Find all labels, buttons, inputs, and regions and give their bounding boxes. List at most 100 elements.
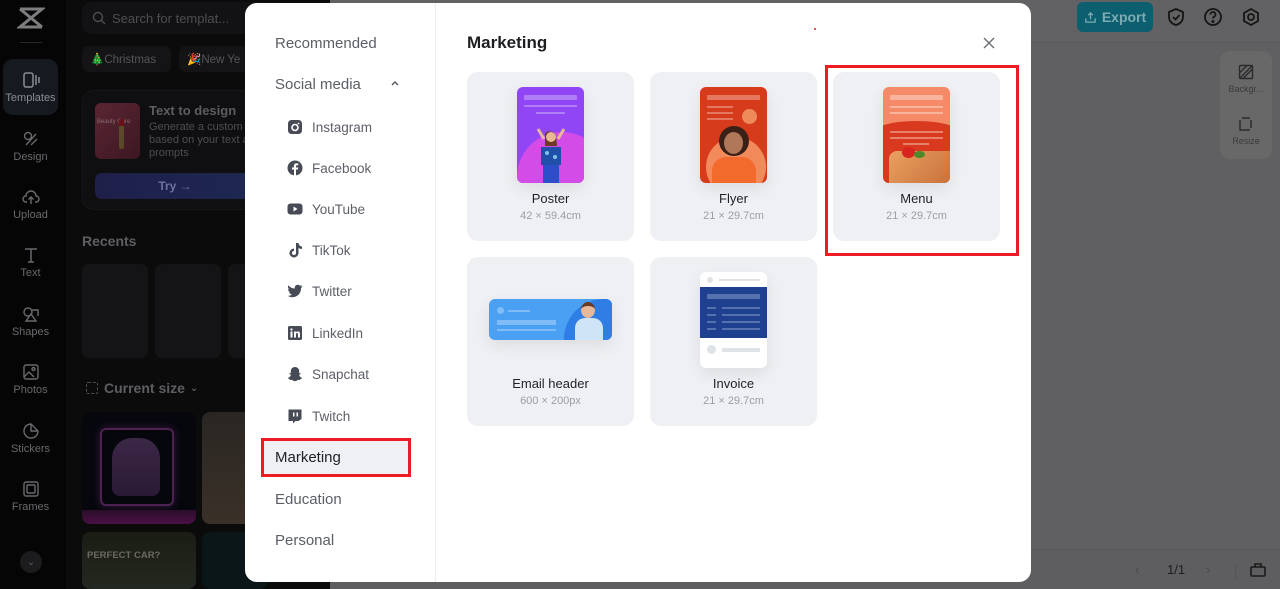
close-button[interactable] bbox=[982, 36, 996, 50]
rail-item-frames[interactable]: Frames bbox=[3, 468, 58, 524]
close-icon bbox=[983, 37, 995, 49]
collapse-icon[interactable] bbox=[1250, 562, 1266, 577]
help-icon[interactable] bbox=[1203, 7, 1223, 27]
nav-education[interactable]: Education bbox=[261, 481, 410, 517]
search-icon bbox=[92, 11, 106, 25]
background-tool[interactable]: Backgr... bbox=[1220, 64, 1272, 94]
settings-icon[interactable] bbox=[1241, 7, 1261, 27]
rail-item-label: Design bbox=[13, 150, 48, 163]
nav-twitter[interactable]: Twitter bbox=[287, 276, 352, 306]
chevron-down-icon: ⌄ bbox=[26, 556, 36, 568]
nav-recommended[interactable]: Recommended bbox=[261, 25, 410, 61]
divider bbox=[20, 42, 42, 43]
resize-tool[interactable]: Resize bbox=[1220, 116, 1272, 146]
person-illustration bbox=[536, 128, 566, 183]
chevron-up-icon bbox=[391, 80, 399, 86]
rail-item-label: Templates bbox=[5, 91, 56, 104]
rail-item-label: Shapes bbox=[11, 325, 50, 338]
size-icon bbox=[86, 382, 98, 394]
nav-youtube[interactable]: YouTube bbox=[287, 194, 365, 224]
rail-item-text[interactable]: Text bbox=[3, 234, 58, 290]
shapes-icon bbox=[22, 306, 39, 322]
rail-item-label: Text bbox=[20, 266, 41, 279]
template-card-poster[interactable]: Poster 42 × 59.4cm bbox=[467, 72, 634, 241]
resize-icon bbox=[1239, 117, 1252, 131]
nav-tiktok-label: TikTok bbox=[312, 242, 351, 258]
template-thumbnail[interactable] bbox=[82, 412, 196, 524]
snapchat-icon bbox=[287, 366, 303, 382]
modal-title: Marketing bbox=[467, 33, 548, 52]
recent-item[interactable] bbox=[155, 264, 221, 358]
export-button[interactable]: Export bbox=[1077, 2, 1153, 32]
nav-snapchat[interactable]: Snapchat bbox=[287, 359, 369, 389]
divider bbox=[1235, 563, 1236, 579]
left-rail: Templates Design Upload Text Shapes Phot… bbox=[0, 0, 66, 589]
background-icon bbox=[1238, 64, 1254, 80]
menu-preview bbox=[883, 87, 950, 183]
template-thumbnail[interactable]: PERFECT CAR? bbox=[82, 532, 196, 589]
nav-social-media[interactable]: Social media bbox=[261, 66, 410, 102]
rail-item-photos[interactable]: Photos bbox=[3, 351, 58, 407]
nav-linkedin-label: LinkedIn bbox=[312, 325, 364, 341]
card-name: Email header bbox=[512, 376, 589, 391]
rail-item-templates[interactable]: Templates bbox=[3, 59, 58, 115]
rail-item-label: Stickers bbox=[10, 442, 51, 455]
template-card-email-header[interactable]: Email header 600 × 200px bbox=[467, 257, 634, 426]
tiktok-icon bbox=[287, 242, 303, 258]
avatar-illustration bbox=[112, 438, 160, 496]
card-size: 42 × 59.4cm bbox=[520, 210, 581, 222]
email-header-preview bbox=[489, 299, 612, 340]
twitch-icon bbox=[287, 408, 303, 424]
chip-new-year[interactable]: 🎉New Ye bbox=[179, 46, 249, 72]
facebook-icon bbox=[287, 160, 303, 176]
rail-item-shapes[interactable]: Shapes bbox=[3, 293, 58, 349]
card-size: 600 × 200px bbox=[520, 395, 581, 407]
frames-icon bbox=[22, 480, 39, 497]
template-card-flyer[interactable]: Flyer 21 × 29.7cm bbox=[650, 72, 817, 241]
next-page-button[interactable]: › bbox=[1206, 562, 1210, 577]
nav-linkedin[interactable]: LinkedIn bbox=[287, 318, 363, 348]
rail-item-design[interactable]: Design bbox=[3, 118, 58, 174]
export-label: Export bbox=[1101, 9, 1147, 25]
recent-item[interactable] bbox=[82, 264, 148, 358]
expand-more-button[interactable]: ⌄ bbox=[20, 551, 42, 573]
export-icon bbox=[1085, 11, 1096, 23]
search-placeholder: Search for templat... bbox=[112, 10, 230, 26]
photos-icon bbox=[22, 363, 39, 380]
nav-marketing[interactable]: Marketing bbox=[261, 439, 410, 475]
side-tools-panel: Backgr... Resize bbox=[1220, 51, 1272, 159]
rail-item-label: Photos bbox=[13, 383, 48, 396]
nav-personal[interactable]: Personal bbox=[261, 522, 410, 558]
chevron-down-icon: ⌄ bbox=[189, 382, 199, 394]
rail-item-stickers[interactable]: Stickers bbox=[3, 410, 58, 466]
shield-check-icon[interactable] bbox=[1166, 7, 1186, 27]
thumbnail-text: Beauty Care bbox=[97, 119, 131, 125]
linkedin-icon bbox=[287, 325, 303, 341]
background-label: Backgr... bbox=[1228, 84, 1264, 94]
nav-twitter-label: Twitter bbox=[312, 283, 352, 299]
recents-title: Recents bbox=[82, 233, 137, 249]
chip-christmas[interactable]: 🎄Christmas bbox=[82, 46, 171, 72]
template-card-invoice[interactable]: Invoice 21 × 29.7cm bbox=[650, 257, 817, 426]
nav-facebook[interactable]: Facebook bbox=[287, 153, 371, 183]
template-card-menu[interactable]: Menu 21 × 29.7cm bbox=[833, 72, 1000, 241]
annotation-dot bbox=[814, 28, 816, 30]
category-nav: Recommended Social media Instagram Faceb… bbox=[245, 3, 436, 582]
badge-graphic bbox=[742, 109, 757, 124]
rail-item-label: Upload bbox=[13, 208, 48, 221]
nav-instagram[interactable]: Instagram bbox=[287, 112, 372, 142]
card-name: Poster bbox=[531, 191, 570, 206]
nav-twitch[interactable]: Twitch bbox=[287, 401, 350, 431]
rail-item-upload[interactable]: Upload bbox=[3, 176, 58, 232]
nav-tiktok[interactable]: TikTok bbox=[287, 235, 351, 265]
prev-page-button[interactable]: ‹ bbox=[1135, 562, 1139, 577]
neon-glow bbox=[82, 510, 196, 524]
upload-icon bbox=[21, 189, 40, 204]
current-size-dropdown[interactable]: Current size ⌄ bbox=[86, 380, 198, 396]
flyer-preview bbox=[700, 87, 767, 183]
stickers-icon bbox=[22, 422, 39, 439]
text-icon bbox=[24, 247, 37, 263]
text-to-design-title: Text to design bbox=[149, 103, 237, 118]
instagram-icon bbox=[287, 119, 303, 135]
capcut-logo[interactable] bbox=[15, 6, 47, 30]
